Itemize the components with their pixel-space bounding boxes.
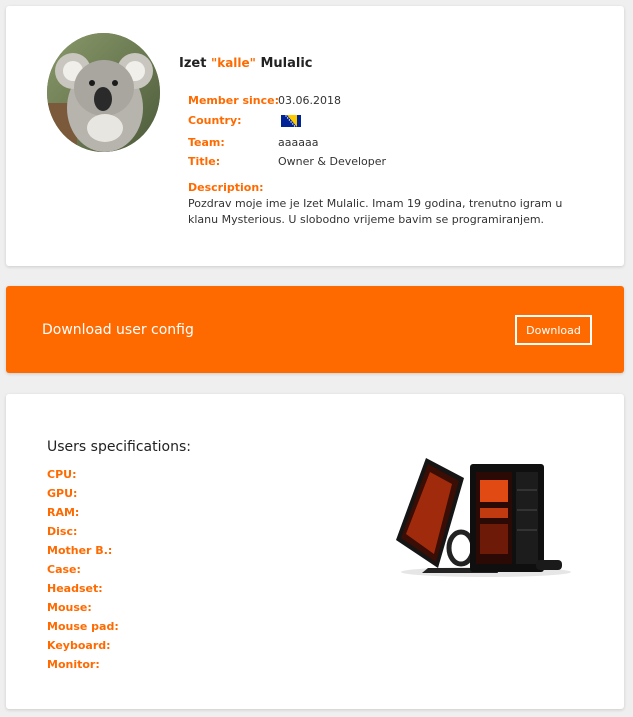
- team-label: Team:: [188, 136, 225, 149]
- koala-avatar-icon: [47, 33, 160, 152]
- spec-disc-label: Disc:: [47, 525, 78, 538]
- spec-headset-label: Headset:: [47, 582, 103, 595]
- spec-list: CPU: GPU: RAM: Disc: Mother B.: Case: He…: [47, 468, 119, 677]
- profile-card: Izet "kalle" Mulalic Member since: 03.06…: [6, 6, 624, 266]
- spec-keyboard-label: Keyboard:: [47, 639, 111, 652]
- description-label: Description:: [188, 181, 264, 194]
- nickname: "kalle": [210, 56, 256, 70]
- user-full-name: Izet "kalle" Mulalic: [179, 56, 313, 71]
- member-since-value: 03.06.2018: [278, 94, 341, 107]
- spec-ram-label: RAM:: [47, 506, 80, 519]
- spec-monitor-label: Monitor:: [47, 658, 100, 671]
- spec-mousepad-label: Mouse pad:: [47, 620, 119, 633]
- user-specs-card: Users specifications: CPU: GPU: RAM: Dis…: [6, 394, 624, 709]
- spec-gpu-label: GPU:: [47, 487, 78, 500]
- title-value: Owner & Developer: [278, 155, 387, 168]
- spec-case-label: Case:: [47, 563, 81, 576]
- member-since-label: Member since:: [188, 94, 279, 107]
- team-value: aaaaaa: [278, 136, 319, 149]
- download-config-banner: Download user config Download: [6, 286, 624, 373]
- gaming-pc-image: [396, 458, 571, 577]
- spec-motherboard-label: Mother B.:: [47, 544, 113, 557]
- koala-avatar: [47, 33, 160, 152]
- last-name: Mulalic: [260, 56, 313, 71]
- download-config-title: Download user config: [42, 322, 194, 338]
- spec-mouse-label: Mouse:: [47, 601, 92, 614]
- description-text: Pozdrav moje ime je Izet Mulalic. Imam 1…: [188, 197, 563, 226]
- bosnia-herzegovina-flag-icon: [281, 115, 301, 127]
- spec-cpu-label: CPU:: [47, 468, 77, 481]
- specs-title: Users specifications:: [47, 439, 191, 455]
- country-label: Country:: [188, 114, 242, 127]
- first-name: Izet: [179, 56, 207, 71]
- title-label: Title:: [188, 155, 221, 168]
- download-button[interactable]: Download: [515, 315, 592, 345]
